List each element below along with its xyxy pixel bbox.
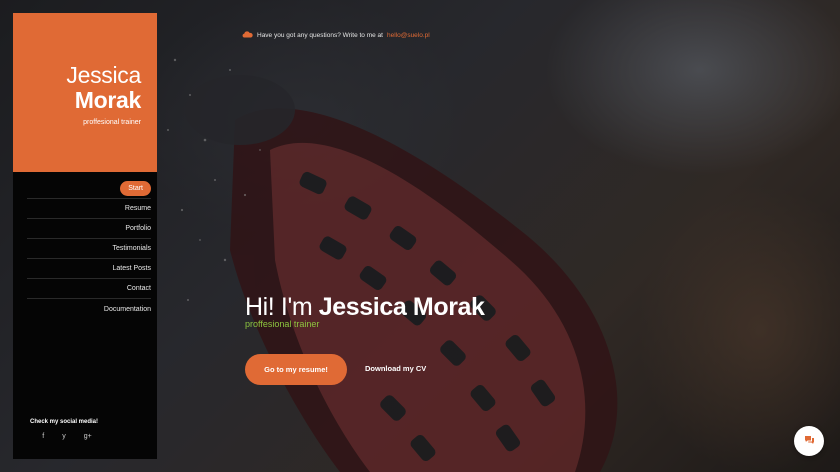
facebook-icon[interactable]: f bbox=[42, 433, 44, 440]
twitter-icon[interactable]: y bbox=[62, 433, 66, 440]
nav-item-resume[interactable]: Resume bbox=[27, 199, 151, 219]
cloud-icon bbox=[242, 31, 253, 40]
contact-email-link[interactable]: hello@suelo.pl bbox=[387, 32, 430, 39]
contact-note-text: Have you got any questions? Write to me … bbox=[257, 32, 383, 39]
nav-item-label: Contact bbox=[126, 285, 151, 292]
nav-item-start[interactable]: Start bbox=[27, 179, 151, 199]
contact-note: Have you got any questions? Write to me … bbox=[242, 31, 430, 40]
nav-item-label: Start bbox=[120, 181, 151, 196]
nav-item-testimonials[interactable]: Testimonials bbox=[27, 239, 151, 259]
sidebar-nav: Start Resume Portfolio Testimonials Late… bbox=[13, 172, 157, 319]
brand-last-name: Morak bbox=[74, 87, 142, 113]
brand-block: Jessica Morak proffesional trainer bbox=[13, 13, 157, 172]
social-title: Check my social media! bbox=[29, 419, 99, 425]
hero-title: Hi! I'm Jessica Morak bbox=[245, 292, 485, 322]
sidebar: Jessica Morak proffesional trainer Start… bbox=[13, 13, 157, 459]
download-cv-link[interactable]: Download my CV bbox=[365, 364, 426, 373]
brand-first-name: Jessica bbox=[66, 62, 141, 88]
chat-button[interactable] bbox=[794, 426, 824, 456]
hero-greeting: Hi! I'm bbox=[245, 293, 313, 321]
chat-icon bbox=[804, 432, 815, 450]
nav-item-contact[interactable]: Contact bbox=[27, 279, 151, 299]
go-to-resume-button[interactable]: Go to my resume! bbox=[245, 354, 347, 385]
brand-role: proffesional trainer bbox=[83, 119, 141, 126]
nav-item-label: Portfolio bbox=[125, 225, 151, 232]
social-icons: f y g+ bbox=[13, 433, 115, 440]
nav-item-label: Resume bbox=[124, 205, 151, 212]
hero-content: Hi! I'm Jessica Morak proffesional train… bbox=[245, 292, 485, 329]
nav-item-latest-posts[interactable]: Latest Posts bbox=[27, 259, 151, 279]
social-section: Check my social media! f y g+ bbox=[13, 419, 157, 440]
nav-item-documentation[interactable]: Documentation bbox=[27, 299, 151, 319]
nav-item-portfolio[interactable]: Portfolio bbox=[27, 219, 151, 239]
hero-name: Jessica Morak bbox=[318, 293, 485, 321]
google-plus-icon[interactable]: g+ bbox=[84, 433, 92, 440]
nav-item-label: Documentation bbox=[103, 305, 151, 313]
nav-item-label: Latest Posts bbox=[112, 265, 151, 272]
nav-item-label: Testimonials bbox=[112, 245, 151, 252]
